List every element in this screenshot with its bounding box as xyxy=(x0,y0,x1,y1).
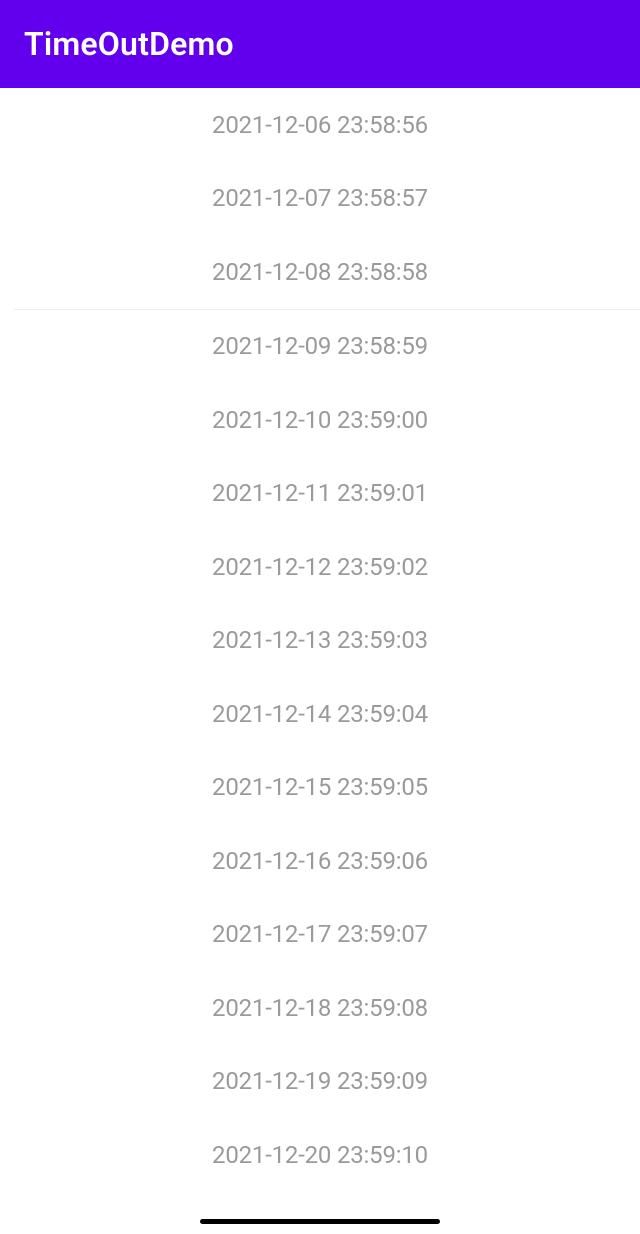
timestamp-text: 2021-12-06 23:58:56 xyxy=(212,111,428,139)
timestamp-text: 2021-12-18 23:59:08 xyxy=(212,994,428,1022)
list-item[interactable]: 2021-12-07 23:58:57 xyxy=(0,162,640,236)
list-item[interactable]: 2021-12-12 23:59:02 xyxy=(0,530,640,604)
timestamp-text: 2021-12-09 23:58:59 xyxy=(212,332,428,360)
list-item[interactable]: 2021-12-13 23:59:03 xyxy=(0,604,640,678)
timestamp-text: 2021-12-14 23:59:04 xyxy=(212,700,428,728)
list-item[interactable]: 2021-12-06 23:58:56 xyxy=(0,88,640,162)
timestamp-text: 2021-12-11 23:59:01 xyxy=(212,479,428,507)
list-item[interactable]: 2021-12-18 23:59:08 xyxy=(0,971,640,1045)
list-item[interactable]: 2021-12-14 23:59:04 xyxy=(0,677,640,751)
home-indicator[interactable] xyxy=(200,1219,440,1224)
timestamp-text: 2021-12-17 23:59:07 xyxy=(212,920,428,948)
list-item[interactable]: 2021-12-19 23:59:09 xyxy=(0,1045,640,1119)
timestamp-text: 2021-12-12 23:59:02 xyxy=(212,553,428,581)
list-item[interactable]: 2021-12-17 23:59:07 xyxy=(0,898,640,972)
app-title: TimeOutDemo xyxy=(24,25,234,63)
timestamp-text: 2021-12-13 23:59:03 xyxy=(212,626,428,654)
list-item[interactable]: 2021-12-11 23:59:01 xyxy=(0,457,640,531)
list-item[interactable]: 2021-12-10 23:59:00 xyxy=(0,383,640,457)
timestamp-text: 2021-12-15 23:59:05 xyxy=(212,773,428,801)
timestamp-text: 2021-12-16 23:59:06 xyxy=(212,847,428,875)
list-item[interactable]: 2021-12-08 23:58:58 xyxy=(0,235,640,309)
list-item[interactable]: 2021-12-20 23:59:10 xyxy=(0,1118,640,1192)
timestamp-list[interactable]: 2021-12-06 23:58:56 2021-12-07 23:58:57 20… xyxy=(0,88,640,1192)
list-item[interactable]: 2021-12-15 23:59:05 xyxy=(0,751,640,825)
timestamp-text: 2021-12-07 23:58:57 xyxy=(212,184,428,212)
timestamp-text: 2021-12-08 23:58:58 xyxy=(212,258,428,286)
timestamp-text: 2021-12-20 23:59:10 xyxy=(212,1141,428,1169)
list-item[interactable]: 2021-12-09 23:58:59 xyxy=(0,310,640,384)
list-item[interactable]: 2021-12-16 23:59:06 xyxy=(0,824,640,898)
app-bar: TimeOutDemo xyxy=(0,0,640,88)
timestamp-text: 2021-12-10 23:59:00 xyxy=(212,406,428,434)
timestamp-text: 2021-12-19 23:59:09 xyxy=(212,1067,428,1095)
